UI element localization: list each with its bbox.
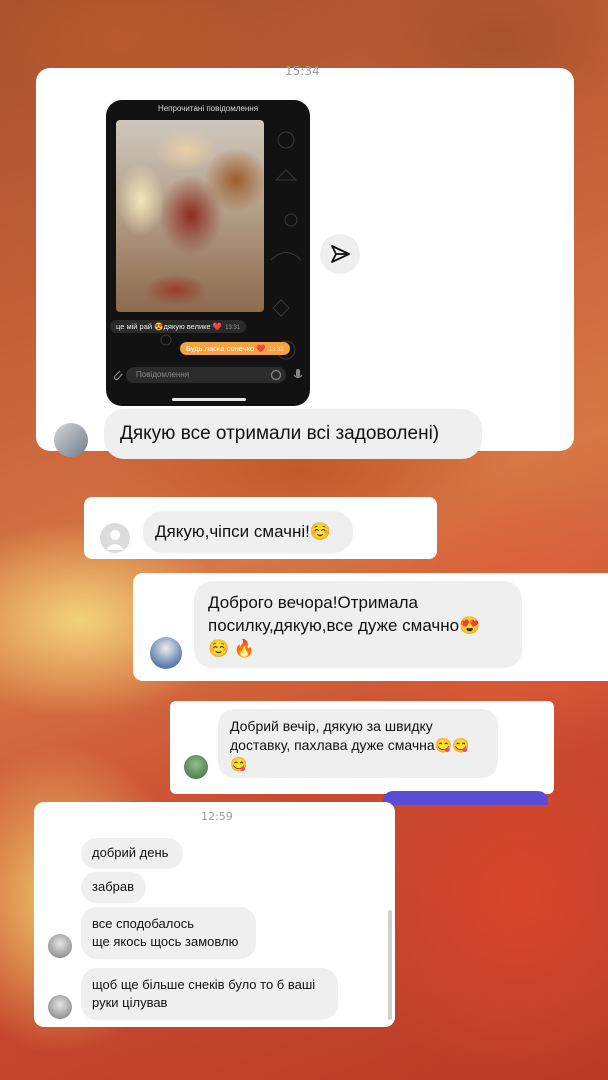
shared-story-preview[interactable]: Непрочитані повідомлення [106, 100, 310, 406]
message-bubble: Дякую все отримали всі задоволені) [104, 409, 482, 459]
microphone-icon [293, 369, 303, 379]
story-message-input: Повідомлення [126, 367, 286, 383]
send-icon [331, 245, 350, 263]
scrollbar[interactable] [388, 910, 392, 1020]
message-bubble: Добрий вечір, дякую за швидку доставку, … [218, 709, 498, 778]
message-bubble: Дякую,чіпси смачні!☺️ [143, 511, 353, 553]
sticker-icon [270, 369, 282, 381]
avatar[interactable] [54, 423, 88, 457]
story-message-bar: Повідомлення [106, 364, 310, 386]
story-outgoing-message: Будь ласка сонечко ❤️ 13:33 [180, 342, 290, 355]
avatar[interactable] [100, 523, 130, 553]
message-bubble: забрав [81, 872, 146, 903]
story-incoming-message: це мій рай 😍дякую велике ❤️ 13:31 [110, 320, 247, 333]
attach-icon [113, 370, 123, 381]
avatar[interactable] [184, 755, 208, 779]
home-indicator [172, 398, 246, 401]
message-bubble: все сподобалось ще якось щось замовлю [81, 907, 256, 959]
share-button[interactable] [320, 234, 360, 274]
avatar[interactable] [48, 995, 72, 1019]
snacks-photo [112, 118, 264, 406]
next-card-edge [383, 791, 548, 805]
avatar[interactable] [150, 637, 182, 669]
avatar[interactable] [48, 934, 72, 958]
message-bubble: Доброго вечора!Отримала посилку,дякую,вс… [194, 581, 522, 668]
message-bubble: добрий день [81, 838, 183, 869]
default-avatar-icon [106, 530, 124, 550]
message-bubble: щоб ще більше снеків було то б ваші руки… [81, 968, 338, 1020]
card5-timestamp: 12:59 [201, 810, 233, 823]
card1-timestamp: 15:34 [285, 64, 320, 78]
